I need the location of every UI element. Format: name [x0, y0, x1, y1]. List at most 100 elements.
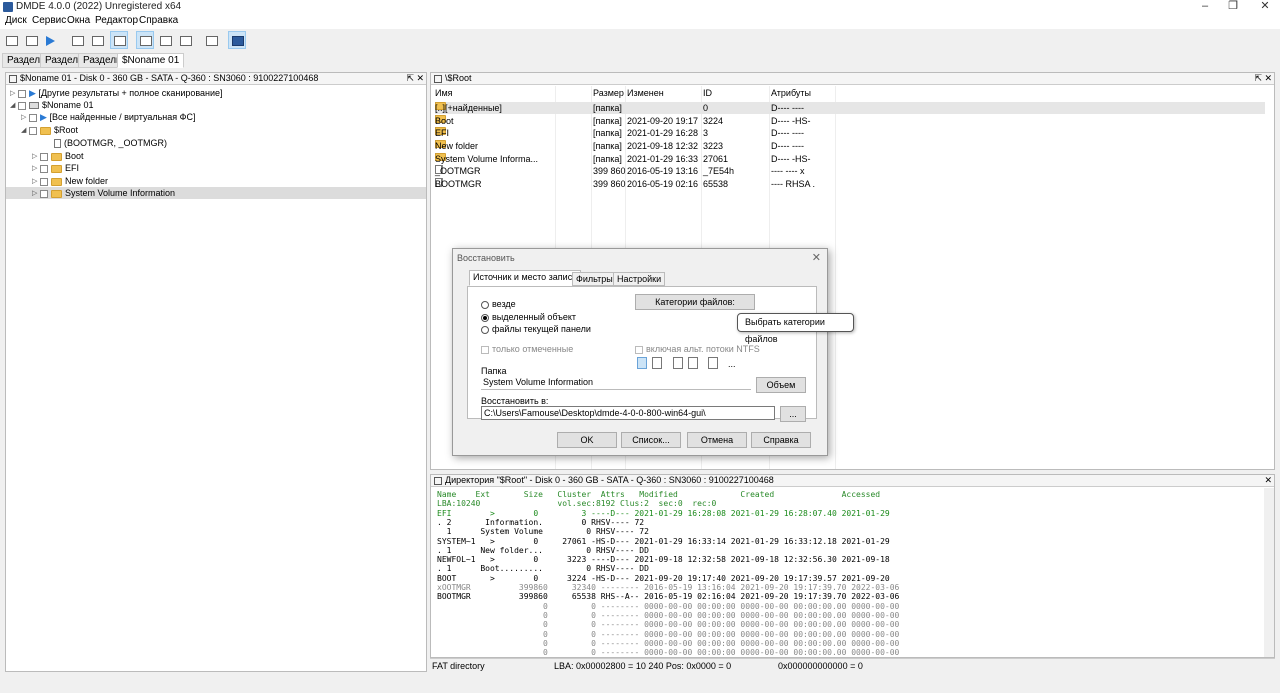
menu-disk[interactable]: Диск: [5, 15, 27, 26]
folder-label: Папка: [481, 366, 507, 376]
search-icon[interactable]: [68, 31, 86, 49]
menu-service[interactable]: Сервис: [32, 15, 66, 26]
maximize-button[interactable]: ❐: [1218, 0, 1248, 14]
tab-noname[interactable]: $Noname 01: [117, 53, 185, 68]
view-icons-icon[interactable]: [136, 31, 154, 49]
close-icon[interactable]: ✕: [1264, 73, 1272, 84]
console-line: 0 0 -------- 0000-00-00 00:00:00 0000-00…: [437, 629, 900, 639]
radio-all[interactable]: везде: [481, 299, 516, 309]
col-id[interactable]: ID: [703, 87, 712, 100]
console-line: BOOTMGR 399860 65538 RHS--A-- 2016-05-19…: [437, 592, 900, 602]
table-row[interactable]: BOOTMGR 399 860 2016-05-19 02:16 65538 -…: [435, 178, 1265, 190]
text-icon[interactable]: [652, 357, 662, 369]
tab-filters[interactable]: Фильтры: [572, 272, 617, 286]
directory-panel-header: Директория "$Root" - Disk 0 - 360 GB - S…: [431, 475, 1274, 487]
include-ntfs-checkbox[interactable]: включая альт. потоки NTFS: [635, 344, 760, 354]
table-row[interactable]: Boot [папка] 2021-09-20 19:17 3224 D----…: [435, 115, 1265, 127]
browse-button[interactable]: ...: [780, 406, 806, 422]
tree-item[interactable]: (BOOTMGR, _OOTMGR): [6, 137, 426, 149]
tree-item[interactable]: ▷ Boot: [6, 150, 426, 162]
dmde-logo-icon[interactable]: [228, 31, 246, 49]
cancel-button[interactable]: Отмена: [687, 432, 747, 448]
volume-button[interactable]: Объем: [756, 377, 806, 393]
console-line: EFI > 0 3 ----D--- 2021-01-29 16:28:08 2…: [437, 508, 890, 518]
file-list-header: \$Root ⇱ ✕: [431, 73, 1274, 85]
more-categories-button[interactable]: ...: [728, 359, 736, 369]
restore-to-label: Восстановить в:: [481, 396, 549, 406]
folder-field: System Volume Information: [481, 376, 751, 390]
tree-item[interactable]: ▷ New folder: [6, 175, 426, 187]
close-icon[interactable]: ✕: [416, 73, 424, 84]
tree-item[interactable]: ▷ EFI: [6, 162, 426, 174]
tree-item[interactable]: ▷ ▶ [Все найденные / виртуальная ФС]: [6, 111, 426, 123]
left-tree-panel: $Noname 01 - Disk 0 - 360 GB - SATA - Q-…: [5, 72, 427, 672]
tab-bar: Разделы Разделы Разделы $Noname 01: [0, 52, 1280, 68]
view-details-icon[interactable]: [176, 31, 194, 49]
menu-editor[interactable]: Редактор: [95, 15, 138, 26]
console-line: NEWFOL~1 > 0 3223 ----D--- 2021-09-18 12…: [437, 555, 890, 565]
close-button[interactable]: ✕: [1250, 0, 1280, 14]
ok-button[interactable]: OK: [557, 432, 617, 448]
editor-icon[interactable]: [202, 31, 220, 49]
console-line: 0 0 -------- 0000-00-00 00:00:00 0000-00…: [437, 610, 900, 620]
view-list-icon[interactable]: [156, 31, 174, 49]
status-type: FAT directory: [432, 661, 485, 671]
console-line: 0 0 -------- 0000-00-00 00:00:00 0000-00…: [437, 638, 900, 648]
scan-icon[interactable]: [88, 31, 106, 49]
tree-item[interactable]: ◢ $Root: [6, 124, 426, 136]
file-categories-button[interactable]: Категории файлов:: [635, 294, 755, 310]
tree-item-selected[interactable]: ▷ System Volume Information: [6, 187, 426, 199]
recover-icon[interactable]: [110, 31, 128, 49]
partitions-icon[interactable]: [22, 31, 40, 49]
console-line: 0 0 -------- 0000-00-00 00:00:00 0000-00…: [437, 601, 900, 611]
table-row[interactable]: System Volume Informa... [папка] 2021-01…: [435, 153, 1265, 165]
scrollbar[interactable]: [1264, 488, 1274, 657]
status-offset: 0x000000000000 = 0: [778, 661, 863, 671]
minimize-button[interactable]: –: [1190, 0, 1220, 14]
console-line: LBA:10240 vol.sec:8192 Clus:2 sec:0 rec:…: [437, 499, 717, 509]
close-icon[interactable]: ✕: [812, 251, 821, 264]
table-row[interactable]: New folder [папка] 2021-09-18 12:32 3223…: [435, 140, 1265, 152]
tab-settings[interactable]: Настройки: [613, 272, 666, 286]
image-icon[interactable]: [673, 357, 683, 369]
list-button[interactable]: Список...: [621, 432, 681, 448]
pin-icon[interactable]: ⇱: [1254, 73, 1262, 84]
col-modified[interactable]: Изменен: [627, 87, 664, 100]
table-row[interactable]: EFI [папка] 2021-01-29 16:28 3 D---- ---…: [435, 127, 1265, 139]
table-row[interactable]: [..][+найденные] [папка] 0 D---- ----: [435, 102, 1265, 114]
menu-windows[interactable]: Окна: [67, 15, 90, 26]
restore-dialog: Восстановить ✕ Источник и место записи Ф…: [452, 248, 828, 456]
title-bar: DMDE 4.0.0 (2022) Unregistered x64 – ❐ ✕: [0, 0, 1280, 14]
tree-item[interactable]: ◢ $Noname 01: [6, 99, 426, 111]
col-attrs[interactable]: Атрибуты: [771, 87, 811, 100]
tab-source[interactable]: Источник и место записи: [469, 270, 582, 286]
console-line: Name Ext Size Cluster Attrs Modified Cre…: [437, 490, 881, 499]
pin-icon[interactable]: ⇱: [406, 73, 414, 84]
play-icon[interactable]: [42, 31, 60, 49]
media-icon[interactable]: [708, 357, 718, 369]
help-button[interactable]: Справка: [751, 432, 811, 448]
console-line: SYSTEM~1 > 0 27061 -HS-D--- 2021-01-29 1…: [437, 536, 890, 546]
only-marked-checkbox[interactable]: только отмеченные: [481, 344, 573, 354]
table-row[interactable]: _OOTMGR 399 860 2016-05-19 13:16 _7E54h …: [435, 165, 1265, 177]
col-size[interactable]: Размер: [593, 87, 624, 100]
menu-help[interactable]: Справка: [139, 15, 178, 26]
tree-item[interactable]: ▷ ▶ [Другие результаты + полное сканирова…: [6, 87, 426, 99]
console-line: 0 0 -------- 0000-00-00 00:00:00 0000-00…: [437, 620, 900, 630]
status-lba: LBA: 0x00002800 = 10 240 Pos: 0x0000 = 0: [554, 661, 732, 671]
close-icon[interactable]: ✕: [1264, 475, 1272, 486]
col-name[interactable]: Имя: [435, 87, 453, 100]
console-line: . 1 New folder... 0 RHSV---- DD: [437, 545, 649, 555]
restore-path-input[interactable]: C:\Users\Famouse\Desktop\dmde-4-0-0-800-…: [481, 406, 775, 420]
menu-bar: Диск Сервис Окна Редактор Справка: [0, 14, 1280, 29]
app-icon: [3, 2, 13, 12]
console-line: xOOTMGR 399860 32340 -------- 2016-05-19…: [437, 583, 900, 592]
archive-icon[interactable]: [688, 357, 698, 369]
console-line: . 1 Boot......... 0 RHSV---- DD: [437, 564, 649, 574]
console-line: . 2 Information. 0 RHSV---- 72: [437, 517, 645, 527]
radio-panel[interactable]: файлы текущей панели: [481, 324, 591, 334]
radio-selected[interactable]: выделенный объект: [481, 312, 576, 322]
documents-icon[interactable]: [637, 357, 647, 369]
disk-icon[interactable]: [2, 31, 20, 49]
directory-panel: Директория "$Root" - Disk 0 - 360 GB - S…: [430, 474, 1275, 658]
